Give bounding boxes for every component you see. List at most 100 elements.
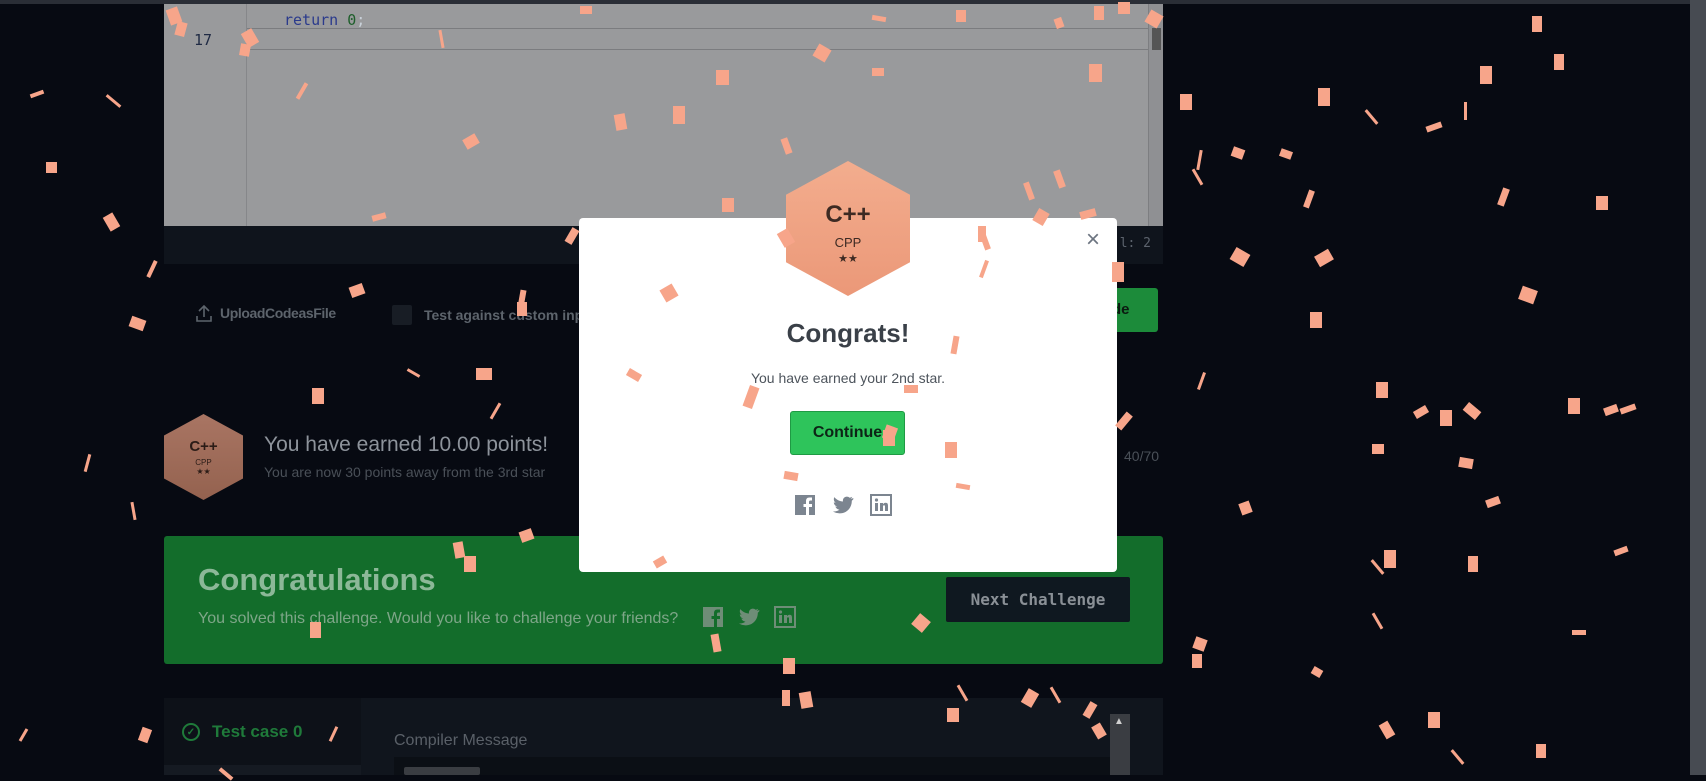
- star-progress: 40/70: [1124, 448, 1160, 464]
- cursor-position: l: 2: [1119, 236, 1151, 251]
- facebook-icon[interactable]: [794, 494, 816, 516]
- confetti-piece: [1372, 444, 1384, 454]
- cpp-logo-icon: C++: [825, 200, 871, 228]
- linkedin-icon[interactable]: [870, 494, 892, 516]
- compiler-message-box: [394, 757, 1118, 775]
- confetti-piece: [1428, 712, 1440, 728]
- twitter-icon[interactable]: [832, 494, 854, 516]
- confetti-piece: [1603, 403, 1619, 417]
- confetti-piece: [476, 368, 492, 380]
- confetti-piece: [128, 315, 147, 332]
- confetti-piece: [1314, 248, 1334, 268]
- linkedin-icon[interactable]: [774, 606, 796, 628]
- check-circle-icon: ✓: [182, 723, 200, 741]
- results-scrollbar[interactable]: ▲: [1110, 714, 1130, 775]
- confetti-piece: [1191, 168, 1204, 186]
- banner-title: Congratulations: [198, 562, 436, 597]
- confetti-piece: [1619, 403, 1637, 415]
- confetti-piece: [1303, 189, 1315, 209]
- code-line: 17: [164, 29, 1163, 51]
- scroll-up-icon[interactable]: ▲: [1114, 716, 1124, 727]
- banner-share-links: [702, 606, 796, 628]
- page-scrollbar[interactable]: [1690, 0, 1706, 775]
- custom-input-checkbox[interactable]: [392, 305, 412, 325]
- confetti-piece: [1230, 146, 1246, 160]
- compiler-message-chip: [404, 767, 480, 775]
- badge-stars: ★★: [196, 467, 211, 476]
- confetti-piece: [406, 368, 421, 378]
- badge-stars: ★★: [838, 252, 858, 265]
- badge-language: CPP: [195, 458, 212, 467]
- confetti-piece: [1310, 312, 1322, 328]
- confetti-piece: [1192, 636, 1208, 652]
- confetti-piece: [137, 726, 153, 744]
- test-case-label: Test case 0: [212, 722, 303, 741]
- confetti-piece: [348, 282, 366, 299]
- confetti-piece: [1458, 456, 1474, 470]
- confetti-piece: [1192, 654, 1202, 668]
- confetti-piece: [1364, 109, 1379, 125]
- badge-language: CPP: [834, 234, 862, 250]
- confetti-piece: [1196, 149, 1203, 171]
- close-icon[interactable]: ×: [1086, 228, 1100, 252]
- confetti-piece: [1497, 187, 1510, 207]
- test-case-divider: [164, 765, 361, 775]
- confetti-piece: [1238, 500, 1253, 516]
- line-number: 17: [194, 31, 213, 49]
- modal-share-links: [794, 494, 892, 516]
- points-earned-text: You have earned 10.00 points!: [264, 433, 549, 456]
- upload-code-button[interactable]: UploadCodeasFile: [196, 304, 336, 322]
- confetti-piece: [1378, 720, 1396, 740]
- confetti-piece: [1596, 196, 1608, 210]
- confetti-piece: [1384, 550, 1396, 568]
- upload-label: UploadCodeasFile: [220, 305, 336, 321]
- confetti-piece: [1572, 630, 1586, 635]
- confetti-piece: [1376, 382, 1388, 398]
- code-keyword: return: [284, 11, 339, 29]
- facebook-icon[interactable]: [702, 606, 724, 628]
- editor-scroll-thumb[interactable]: [1152, 28, 1161, 50]
- confetti-piece: [146, 259, 158, 279]
- confetti-piece: [1518, 285, 1538, 305]
- code-editor[interactable]: return 0; 17: [164, 4, 1163, 226]
- continue-button[interactable]: Continue: [790, 411, 905, 455]
- test-case-list: ✓ Test case 0: [164, 698, 361, 775]
- confetti-piece: [1310, 666, 1324, 678]
- test-case-item[interactable]: ✓ Test case 0: [182, 722, 302, 742]
- confetti-piece: [1462, 402, 1482, 420]
- confetti-piece: [1370, 559, 1385, 575]
- twitter-icon[interactable]: [738, 606, 760, 628]
- confetti-piece: [18, 728, 29, 742]
- confetti-piece: [102, 212, 121, 232]
- confetti-piece: [1485, 495, 1501, 509]
- confetti-piece: [1532, 16, 1542, 32]
- modal-title: Congrats!: [786, 318, 910, 348]
- confetti-piece: [29, 89, 45, 99]
- points-remaining-text: You are now 30 points away from the 3rd …: [264, 464, 546, 480]
- confetti-piece: [1425, 121, 1443, 133]
- confetti-piece: [83, 453, 92, 473]
- confetti-piece: [1480, 66, 1492, 84]
- editor-scrollbar[interactable]: [1148, 4, 1163, 226]
- confetti-piece: [1310, 312, 1322, 328]
- confetti-piece: [1229, 246, 1251, 268]
- confetti-piece: [1468, 556, 1478, 572]
- confetti-piece: [1464, 102, 1467, 120]
- confetti-piece: [1568, 398, 1580, 414]
- confetti-piece: [1115, 411, 1133, 431]
- banner-subtitle: You solved this challenge. Would you lik…: [198, 610, 679, 627]
- confetti-piece: [1180, 94, 1192, 110]
- confetti-piece: [489, 402, 502, 420]
- confetti-piece: [1536, 744, 1546, 758]
- confetti-piece: [1613, 545, 1629, 557]
- confetti-piece: [130, 501, 137, 521]
- confetti-piece: [1318, 88, 1330, 106]
- code-value: 0: [347, 11, 357, 29]
- test-results-panel: ✓ Test case 0 Compiler Message ▲: [164, 698, 1163, 775]
- next-challenge-button[interactable]: Next Challenge: [946, 577, 1130, 622]
- confetti-piece: [1412, 405, 1430, 419]
- confetti-piece: [1278, 148, 1294, 160]
- cpp-logo-icon: C++: [189, 438, 218, 455]
- confetti-piece: [1197, 372, 1206, 390]
- compiler-message-label: Compiler Message: [394, 732, 528, 749]
